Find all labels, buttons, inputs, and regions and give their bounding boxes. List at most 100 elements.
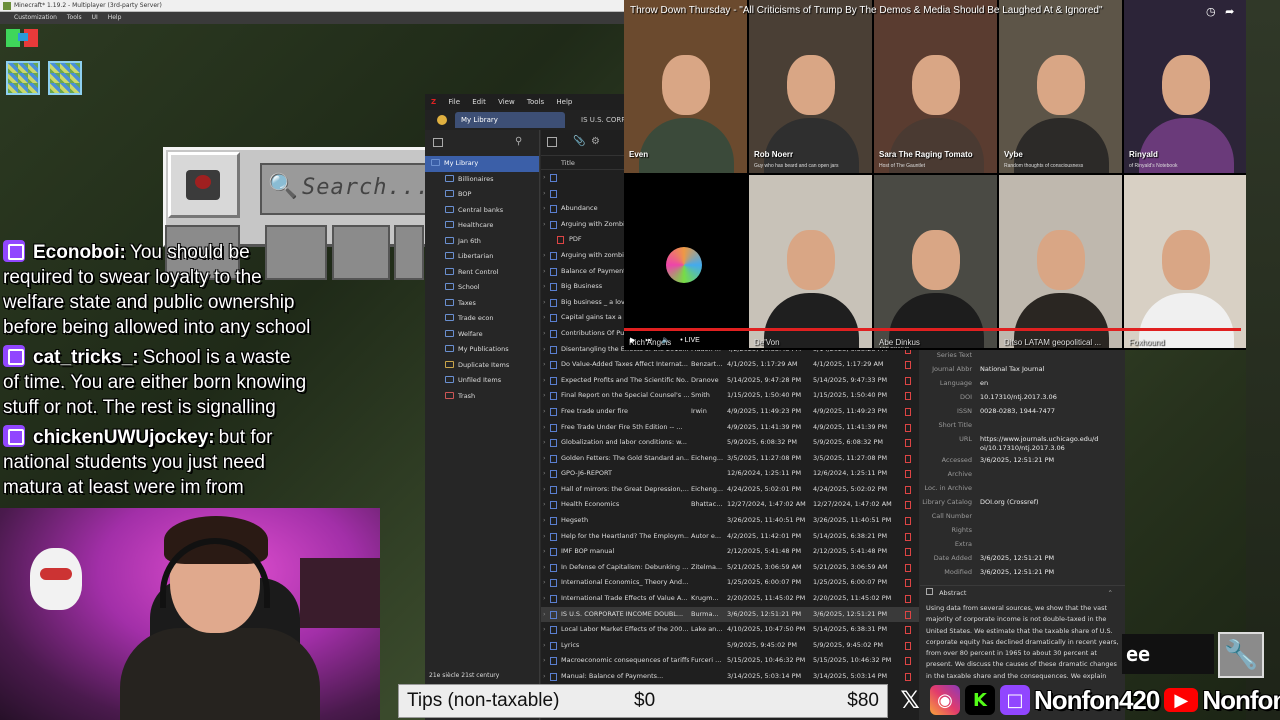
participant-tile[interactable]: Sara The Raging Tomato Host of The Gauntl… bbox=[874, 0, 997, 173]
table-row[interactable]: › International Economics_ Theory And... 1… bbox=[541, 575, 919, 591]
chevron-right-icon[interactable]: › bbox=[543, 326, 546, 342]
play-icon[interactable]: ▶ bbox=[630, 337, 635, 344]
abstract-header[interactable]: Abstract ⌃ bbox=[920, 585, 1125, 599]
chat-username[interactable]: cat_tricks_: bbox=[33, 347, 139, 368]
new-collection-icon[interactable] bbox=[433, 138, 443, 147]
participant-tile[interactable]: Rob Noerr Guy who has beard and can open … bbox=[749, 0, 872, 173]
chevron-right-icon[interactable]: › bbox=[543, 575, 546, 591]
chat-username[interactable]: Econoboi: bbox=[33, 242, 126, 263]
menu-edit[interactable]: Edit bbox=[472, 98, 486, 106]
collection-item[interactable]: Central banks bbox=[425, 203, 539, 219]
table-row[interactable]: › Free Trade Under Fire 5th Edition -- ..… bbox=[541, 420, 919, 436]
pdf-icon[interactable] bbox=[905, 407, 911, 416]
chevron-right-icon[interactable]: › bbox=[543, 295, 546, 311]
new-item-icon[interactable] bbox=[547, 137, 557, 147]
participant-tile[interactable]: Vybe Random thoughts of consciousness bbox=[999, 0, 1122, 173]
mc-menu-help[interactable]: Help bbox=[108, 14, 122, 21]
pdf-icon[interactable] bbox=[905, 454, 911, 463]
pdf-icon[interactable] bbox=[905, 392, 911, 401]
table-row[interactable]: › Hegseth 3/26/2025, 11:40:51 PM 3/26/2025,… bbox=[541, 513, 919, 529]
tab-my-library[interactable]: My Library bbox=[455, 112, 565, 128]
chevron-right-icon[interactable]: › bbox=[543, 622, 546, 638]
participant-tile[interactable]: Foxhound bbox=[1124, 175, 1247, 348]
table-row[interactable]: › Hall of mirrors: the Great Depression,.… bbox=[541, 482, 919, 498]
chevron-right-icon[interactable]: › bbox=[543, 497, 546, 513]
table-row[interactable]: › Health Economics Bhattac... 12/27/2024, 1… bbox=[541, 497, 919, 513]
collection-item[interactable]: Trash bbox=[425, 389, 539, 405]
mc-menu-tools[interactable]: Tools bbox=[67, 14, 82, 21]
chevron-right-icon[interactable]: › bbox=[543, 248, 546, 264]
skip-icon[interactable]: ⏭ bbox=[645, 337, 651, 344]
collection-item[interactable]: Billionaires bbox=[425, 172, 539, 188]
chevron-up-icon[interactable]: ⌃ bbox=[1108, 586, 1113, 600]
collection-item[interactable]: Duplicate Items bbox=[425, 358, 539, 374]
pdf-icon[interactable] bbox=[905, 376, 911, 385]
table-row[interactable]: › GPO-J6-REPORT 12/6/2024, 1:25:11 PM 12/6/… bbox=[541, 466, 919, 482]
hotbar-slot[interactable] bbox=[6, 61, 40, 95]
chevron-right-icon[interactable]: › bbox=[543, 373, 546, 389]
search-icon[interactable]: ⚲ bbox=[515, 136, 522, 147]
table-row[interactable]: › International Trade Effects of Value A.… bbox=[541, 591, 919, 607]
volume-icon[interactable]: 🔈 bbox=[662, 337, 671, 344]
pdf-icon[interactable] bbox=[905, 439, 911, 448]
info-field-value[interactable]: 3/6/2025, 12:51:21 PM bbox=[980, 565, 1100, 577]
collection-item[interactable]: Jan 6th bbox=[425, 234, 539, 250]
chevron-right-icon[interactable]: › bbox=[543, 357, 546, 373]
chevron-right-icon[interactable]: › bbox=[543, 560, 546, 576]
pdf-icon[interactable] bbox=[905, 361, 911, 370]
menu-help[interactable]: Help bbox=[556, 98, 572, 106]
collection-item[interactable]: School bbox=[425, 280, 539, 296]
table-row[interactable]: › IMF BOP manual 2/12/2025, 5:41:48 PM 2/12… bbox=[541, 544, 919, 560]
chevron-right-icon[interactable]: › bbox=[543, 342, 546, 358]
pdf-icon[interactable] bbox=[905, 485, 911, 494]
info-field-value[interactable]: 3/6/2025, 12:51:21 PM bbox=[980, 551, 1100, 563]
table-row[interactable]: › Globalization and labor conditions: w..… bbox=[541, 435, 919, 451]
table-row[interactable]: › Do Value-Added Taxes Affect Internat...… bbox=[541, 357, 919, 373]
info-field-value[interactable]: DOI.org (Crossref) bbox=[980, 495, 1100, 507]
pdf-icon[interactable] bbox=[905, 657, 911, 666]
chat-username[interactable]: chickenUWUjockey: bbox=[33, 427, 215, 448]
chevron-right-icon[interactable]: › bbox=[543, 310, 546, 326]
chevron-right-icon[interactable]: › bbox=[543, 186, 546, 202]
chevron-right-icon[interactable]: › bbox=[543, 264, 546, 280]
chevron-right-icon[interactable]: › bbox=[543, 482, 546, 498]
chevron-right-icon[interactable]: › bbox=[543, 638, 546, 654]
mc-menu-customization[interactable]: Customization bbox=[14, 14, 57, 21]
table-row[interactable]: › Manual: Balance of Payments... 3/14/2025… bbox=[541, 669, 919, 685]
participant-tile[interactable]: Rinyald of Rinyald's Notebook bbox=[1124, 0, 1247, 173]
clock-icon[interactable]: ◷ bbox=[1206, 5, 1216, 18]
chevron-right-icon[interactable]: › bbox=[543, 217, 546, 233]
pdf-icon[interactable] bbox=[905, 626, 911, 635]
table-row[interactable]: › Macroeconomic consequences of tariffs Fu… bbox=[541, 653, 919, 669]
participant-tile[interactable]: Abe DinkusABE DINKUS bbox=[874, 175, 997, 348]
table-row[interactable]: › Golden Fetters: The Gold Standard an...… bbox=[541, 451, 919, 467]
pdf-icon[interactable] bbox=[905, 595, 911, 604]
menu-tools[interactable]: Tools bbox=[527, 98, 544, 106]
info-field-value[interactable]: 0028-0283, 1944-7477 bbox=[980, 404, 1100, 416]
hotbar-slot[interactable] bbox=[48, 61, 82, 95]
wrench-icon[interactable]: 🔧 bbox=[1218, 632, 1264, 678]
table-row[interactable]: › Local Labor Market Effects of the 200..… bbox=[541, 622, 919, 638]
pdf-icon[interactable] bbox=[905, 579, 911, 588]
table-row[interactable]: › Free trade under fire Irwin 4/9/2025, 11:… bbox=[541, 404, 919, 420]
info-field-value[interactable]: en bbox=[980, 376, 1100, 388]
table-row[interactable]: › IS U.S. CORPORATE INCOME DOUBL... Burma.… bbox=[541, 606, 919, 623]
video-progress-bar[interactable] bbox=[624, 328, 1241, 331]
info-field-value[interactable] bbox=[980, 481, 1100, 484]
chevron-right-icon[interactable]: › bbox=[543, 466, 546, 482]
table-row[interactable]: › Help for the Heartland? The Employm... A… bbox=[541, 529, 919, 545]
table-row[interactable]: › Lyrics 5/9/2025, 9:45:02 PM 5/9/2025, 9:4… bbox=[541, 638, 919, 654]
chevron-right-icon[interactable]: › bbox=[543, 170, 546, 186]
chevron-right-icon[interactable]: › bbox=[543, 404, 546, 420]
chevron-right-icon[interactable]: › bbox=[543, 669, 546, 685]
chevron-right-icon[interactable]: › bbox=[543, 607, 546, 623]
live-indicator[interactable]: • LIVE bbox=[680, 337, 700, 344]
collection-item[interactable]: Libertarian bbox=[425, 249, 539, 265]
share-icon[interactable]: ➦ bbox=[1225, 5, 1234, 18]
chevron-right-icon[interactable]: › bbox=[543, 435, 546, 451]
info-field-value[interactable] bbox=[980, 418, 1100, 421]
paperclip-icon[interactable]: 📎 bbox=[573, 136, 585, 147]
chevron-right-icon[interactable]: › bbox=[543, 451, 546, 467]
collection-item[interactable]: My Library bbox=[425, 156, 539, 172]
collection-item[interactable]: Healthcare bbox=[425, 218, 539, 234]
